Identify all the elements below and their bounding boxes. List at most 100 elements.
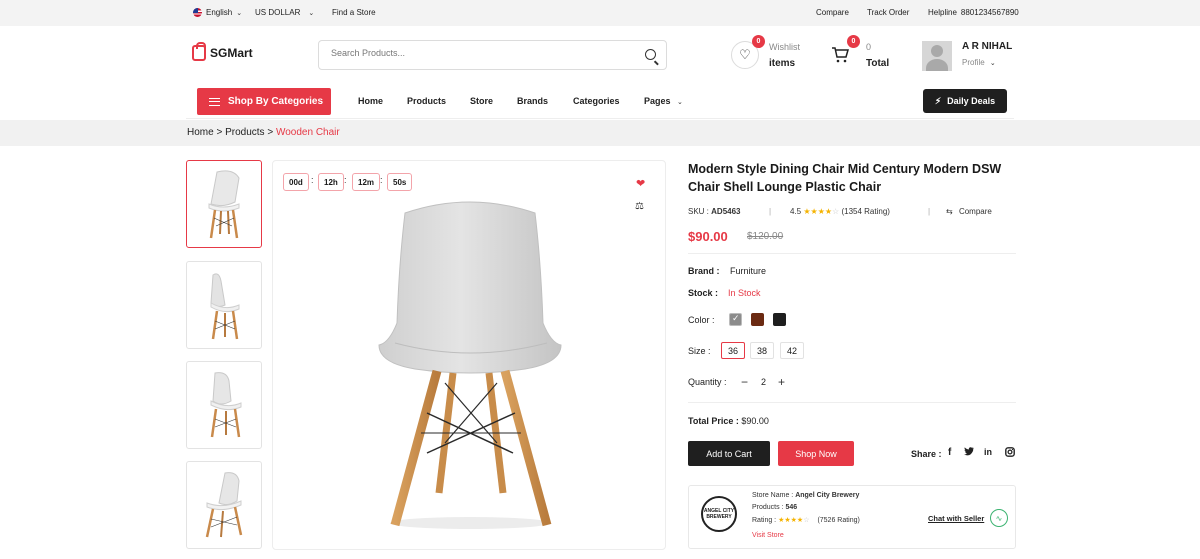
product-thumbnail[interactable]	[186, 361, 262, 449]
cart-amount: 0	[866, 42, 872, 52]
profile-menu[interactable]: Profile ⌄	[962, 58, 996, 67]
visit-store-link[interactable]: Visit Store	[752, 532, 784, 539]
chevron-down-icon: ⌄	[308, 9, 315, 17]
nav-home[interactable]: Home	[358, 96, 383, 106]
breadcrumb: Home > Products > Wooden Chair	[0, 120, 1200, 146]
user-name: A R NIHAL	[962, 41, 1013, 52]
nav-pages[interactable]: Pages ⌄	[644, 96, 683, 106]
store-products: Products : 546	[752, 504, 797, 511]
nav-brands[interactable]: Brands	[517, 96, 548, 106]
chevron-down-icon: ⌄	[677, 99, 683, 106]
helpline: Helpline 8801234567890	[928, 8, 1019, 17]
find-store-link[interactable]: Find a Store	[332, 8, 376, 17]
star-icon: ★	[803, 207, 811, 216]
star-icon: ★	[817, 207, 825, 216]
nav-categories[interactable]: Categories	[573, 96, 620, 106]
breadcrumb-separator: >	[216, 127, 223, 138]
product-title: Modern Style Dining Chair Mid Century Mo…	[688, 162, 1002, 194]
compare-button[interactable]: ⇆ Compare	[946, 207, 992, 216]
product-price: $90.00	[688, 229, 728, 244]
page: English ⌄ US DOLLAR ⌄ Find a Store Compa…	[0, 0, 1200, 559]
rating-count: (1354 Rating)	[841, 207, 890, 216]
language-selector[interactable]: English ⌄	[193, 8, 242, 17]
logo-text: SGMart	[210, 46, 253, 60]
color-swatch-brown[interactable]	[751, 313, 764, 326]
nav-pages-label: Pages	[644, 96, 671, 106]
daily-deals-button[interactable]: ⚡︎ Daily Deals	[923, 89, 1007, 113]
total-price: Total Price : $90.00	[688, 416, 769, 426]
add-to-cart-button[interactable]: Add to Cart	[688, 441, 770, 466]
quantity-value[interactable]: 2	[761, 377, 766, 387]
chair-thumbnail-image	[210, 372, 242, 438]
breadcrumb-products[interactable]: Products	[225, 127, 264, 138]
search-bar	[318, 40, 667, 70]
wishlist-value: items	[769, 58, 796, 69]
search-icon[interactable]	[645, 49, 656, 60]
heart-icon: ♡	[739, 47, 751, 62]
twitter-icon[interactable]	[964, 447, 974, 459]
helpline-label: Helpline	[928, 8, 957, 17]
wishlist-label: Wishlist	[769, 42, 800, 52]
search-input[interactable]	[331, 48, 621, 58]
us-flag-icon	[193, 8, 202, 17]
meta-divider: |	[928, 207, 931, 216]
store-products-value: 546	[785, 504, 798, 511]
nav-divider	[186, 118, 1014, 119]
timer-colon: :	[344, 175, 347, 185]
size-option[interactable]: 38	[750, 342, 774, 359]
total-price-value: $90.00	[741, 416, 769, 426]
helpline-number: 8801234567890	[960, 8, 1019, 17]
cart-total-label: Total	[866, 58, 890, 69]
product-thumbnail[interactable]	[186, 160, 262, 248]
size-label: Size :	[688, 346, 711, 356]
compare-label: Compare	[958, 207, 992, 216]
instagram-icon[interactable]	[1005, 447, 1015, 460]
facebook-icon[interactable]: f	[948, 447, 951, 458]
product-thumbnail[interactable]	[186, 261, 262, 349]
breadcrumb-home[interactable]: Home	[187, 127, 214, 138]
share-label: Share :	[911, 449, 942, 459]
store-logo-text: ANGEL CITY BREWERY	[703, 508, 735, 520]
product-thumbnail[interactable]	[186, 461, 262, 549]
star-icon: ★	[824, 207, 833, 216]
color-swatch-gray[interactable]: ✓	[729, 313, 742, 326]
store-rating-count: (7526 Rating)	[817, 517, 860, 524]
nav-products[interactable]: Products	[407, 96, 446, 106]
timer-minutes: 12m	[352, 173, 381, 191]
breadcrumb-separator: >	[267, 127, 274, 138]
category-button-label: Shop By Categories	[228, 96, 324, 107]
quantity-decrease-button[interactable]: −	[741, 375, 748, 389]
store-name-value: Angel City Brewery	[795, 492, 860, 499]
star-half-icon: ☆	[832, 207, 840, 216]
shop-now-button[interactable]: Shop Now	[778, 441, 854, 466]
nav-store[interactable]: Store	[470, 96, 493, 106]
stock-label: Stock :	[688, 288, 719, 298]
main-chair-image	[378, 201, 562, 529]
compare-scale-icon[interactable]: ⚖︎	[635, 201, 644, 212]
store-rating-label: Rating :	[752, 517, 777, 524]
logo[interactable]: SGMart	[192, 42, 253, 61]
heart-icon[interactable]: ❤︎	[636, 177, 645, 190]
chair-thumbnail-image	[208, 170, 240, 239]
size-option[interactable]: 36	[721, 342, 745, 359]
store-name: Store Name : Angel City Brewery	[752, 492, 859, 499]
track-order-link[interactable]: Track Order	[867, 8, 909, 17]
stock-status: In Stock	[728, 288, 761, 298]
chevron-down-icon: ⌄	[236, 9, 243, 17]
star-empty-icon: ☆	[803, 517, 810, 524]
chat-with-seller-link[interactable]: Chat with Seller	[928, 514, 984, 523]
top-bar: English ⌄ US DOLLAR ⌄ Find a Store Compa…	[0, 0, 1200, 26]
store-products-label: Products :	[752, 504, 784, 511]
compare-link[interactable]: Compare	[816, 8, 849, 17]
shop-by-categories-button[interactable]: Shop By Categories	[197, 88, 331, 115]
store-name-label: Store Name :	[752, 492, 794, 499]
chat-icon[interactable]: ∿	[990, 509, 1008, 527]
chair-thumbnail-image	[205, 472, 243, 538]
currency-selector[interactable]: US DOLLAR ⌄	[255, 8, 314, 17]
avatar[interactable]	[922, 41, 952, 71]
quantity-increase-button[interactable]: +	[778, 375, 785, 389]
color-swatch-black[interactable]	[773, 313, 786, 326]
linkedin-icon[interactable]: in	[984, 447, 992, 457]
size-option[interactable]: 42	[780, 342, 804, 359]
divider	[688, 253, 1016, 254]
